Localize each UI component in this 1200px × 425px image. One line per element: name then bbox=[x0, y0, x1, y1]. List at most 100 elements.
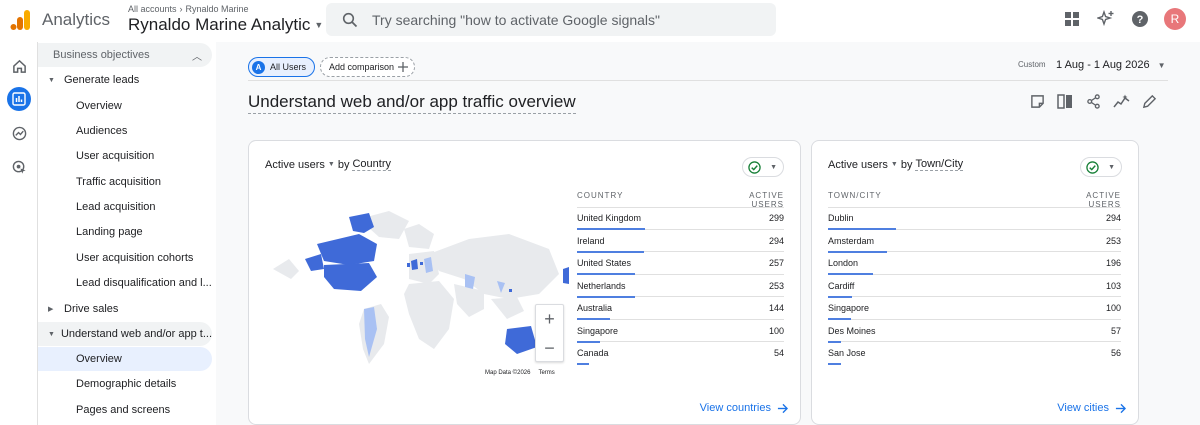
table-row-name[interactable]: Singapore bbox=[828, 303, 869, 313]
breadcrumb-account[interactable]: Rynaldo Marine bbox=[186, 4, 249, 14]
add-comparison-button[interactable]: Add comparison bbox=[320, 57, 416, 77]
sparkle-plus-icon[interactable] bbox=[1096, 9, 1116, 29]
table-divider bbox=[634, 296, 784, 297]
check-circle-icon bbox=[1086, 160, 1099, 174]
table-row-name[interactable]: London bbox=[828, 258, 858, 268]
table-row-value: 257 bbox=[768, 258, 784, 268]
chevron-up-icon[interactable]: ︿ bbox=[192, 48, 202, 63]
help-icon[interactable]: ? bbox=[1130, 9, 1150, 29]
comparison-chip-all-users[interactable]: A All Users bbox=[248, 57, 316, 77]
table-row-bar bbox=[828, 228, 896, 230]
nav-item-lead-disqualification[interactable]: Lead disqualification and l... bbox=[38, 271, 212, 295]
nav-item-label: Demographic details bbox=[76, 378, 177, 390]
nav-item-label: Lead acquisition bbox=[76, 201, 156, 213]
comparison-label: All Users bbox=[270, 62, 307, 72]
metric-selector[interactable]: Active users bbox=[828, 159, 888, 171]
nav-item-lead-acquisition[interactable]: Lead acquisition bbox=[38, 195, 212, 219]
country-card: Active users ▼ by Country ▼ + − Map Data… bbox=[248, 140, 801, 425]
table-row-name[interactable]: Dublin bbox=[828, 213, 854, 223]
triangle-right-icon: ▶ bbox=[48, 306, 54, 313]
table-row-name[interactable]: Amsterdam bbox=[828, 236, 874, 246]
edit-icon[interactable] bbox=[1140, 92, 1158, 110]
caret-down-icon[interactable]: ▼ bbox=[891, 161, 898, 168]
nav-item-user-acquisition-cohorts[interactable]: User acquisition cohorts bbox=[38, 246, 212, 270]
map-zoom-control: + − bbox=[535, 304, 564, 362]
caret-down-icon: ▼ bbox=[770, 163, 777, 171]
dimension-selector[interactable]: Country bbox=[352, 158, 392, 171]
column-header-dimension[interactable]: TOWN/CITY bbox=[828, 191, 882, 200]
nav-item-traffic-acquisition[interactable]: Traffic acquisition bbox=[38, 170, 212, 194]
world-map[interactable] bbox=[269, 199, 569, 379]
triangle-down-icon: ▼ bbox=[48, 330, 55, 338]
nav-item-demographic-details[interactable]: Demographic details bbox=[38, 372, 212, 396]
table-row-name[interactable]: Des Moines bbox=[828, 326, 876, 336]
reports-icon[interactable] bbox=[7, 87, 31, 111]
page-title[interactable]: Understand web and/or app traffic overvi… bbox=[248, 92, 576, 114]
table-row-name[interactable]: United States bbox=[577, 258, 631, 268]
nav-item-label: Lead disqualification and l... bbox=[76, 277, 212, 289]
search-input[interactable] bbox=[372, 11, 752, 28]
caret-down-icon[interactable]: ▼ bbox=[328, 161, 335, 168]
share-icon[interactable] bbox=[1084, 92, 1102, 110]
annotation-icon[interactable] bbox=[1028, 92, 1046, 110]
table-row-name[interactable]: Ireland bbox=[577, 236, 605, 246]
apps-grid-icon[interactable] bbox=[1062, 9, 1082, 29]
nav-header-business-objectives[interactable]: Business objectives ︿ bbox=[38, 43, 212, 67]
analytics-logo-icon[interactable] bbox=[10, 9, 32, 31]
account-breadcrumb[interactable]: All accounts › Rynaldo Marine bbox=[128, 4, 249, 14]
avatar[interactable]: R bbox=[1164, 8, 1186, 30]
metric-selector[interactable]: Active users bbox=[265, 159, 325, 171]
insights-icon[interactable] bbox=[1112, 92, 1130, 110]
column-header-dimension[interactable]: COUNTRY bbox=[577, 191, 623, 200]
table-row-bar bbox=[828, 273, 874, 275]
app-name: Analytics bbox=[42, 10, 111, 29]
table-row-value: 100 bbox=[768, 325, 784, 336]
breadcrumb-root[interactable]: All accounts bbox=[128, 4, 177, 14]
nav-item-overview-active[interactable]: Overview bbox=[38, 347, 212, 371]
nav-item-user-acquisition[interactable]: User acquisition bbox=[38, 144, 212, 168]
advertising-icon[interactable] bbox=[7, 155, 31, 179]
table-row-name[interactable]: Netherlands bbox=[577, 281, 626, 291]
property-selector[interactable]: Rynaldo Marine Analytic ▼ bbox=[128, 15, 323, 35]
zoom-out-button[interactable]: − bbox=[536, 334, 563, 363]
view-cities-link[interactable]: View cities bbox=[1057, 402, 1126, 414]
table-row-name[interactable]: United Kingdom bbox=[577, 213, 641, 223]
table-row-name[interactable]: Singapore bbox=[577, 326, 618, 336]
nav-item-pages-and-screens[interactable]: Pages and screens bbox=[38, 398, 212, 422]
nav-item-label: Overview bbox=[76, 353, 122, 365]
map-attribution: Map Data ©2026 Terms bbox=[485, 370, 555, 376]
table-row-name[interactable]: Australia bbox=[577, 303, 612, 313]
search-bar[interactable] bbox=[326, 3, 776, 36]
zoom-in-button[interactable]: + bbox=[536, 305, 563, 334]
card-status-button[interactable]: ▼ bbox=[1080, 157, 1122, 177]
table-row-name[interactable]: Cardiff bbox=[828, 281, 854, 291]
explore-icon[interactable] bbox=[7, 121, 31, 145]
nav-item-landing-page[interactable]: Landing page bbox=[38, 220, 212, 244]
nav-header-label: Business objectives bbox=[53, 49, 150, 61]
table-row-bar bbox=[828, 250, 887, 253]
table-row-value: 103 bbox=[1105, 280, 1121, 291]
nav-item-audiences[interactable]: Audiences bbox=[38, 119, 212, 143]
table-divider bbox=[828, 207, 1121, 208]
table-row-name[interactable]: Canada bbox=[577, 348, 609, 358]
nav-section-understand-traffic[interactable]: ▼ Understand web and/or app t... bbox=[38, 322, 212, 346]
arrow-right-icon bbox=[1115, 403, 1126, 413]
nav-item-overview[interactable]: Overview bbox=[38, 94, 212, 118]
nav-section-generate-leads[interactable]: ▼ Generate leads bbox=[38, 68, 212, 92]
table-divider bbox=[609, 318, 784, 320]
view-link-label: View countries bbox=[699, 402, 771, 414]
nav-section-drive-sales[interactable]: ▶ Drive sales bbox=[38, 297, 212, 321]
card-status-button[interactable]: ▼ bbox=[742, 157, 784, 177]
view-countries-link[interactable]: View countries bbox=[700, 402, 788, 414]
date-range-picker[interactable]: 1 Aug - 1 Aug 2026 ▼ bbox=[1056, 59, 1166, 71]
map-terms-link[interactable]: Terms bbox=[538, 370, 554, 376]
nav-item-label: Drive sales bbox=[64, 303, 119, 315]
svg-text:?: ? bbox=[1137, 14, 1144, 26]
compare-columns-icon[interactable] bbox=[1056, 92, 1074, 110]
dimension-selector[interactable]: Town/City bbox=[915, 158, 964, 171]
home-icon[interactable] bbox=[7, 54, 31, 78]
table-row-bar bbox=[577, 273, 636, 275]
table-row-name[interactable]: San Jose bbox=[828, 348, 866, 358]
table-row-value: 253 bbox=[768, 280, 784, 291]
table-row-value: 54 bbox=[773, 348, 784, 358]
